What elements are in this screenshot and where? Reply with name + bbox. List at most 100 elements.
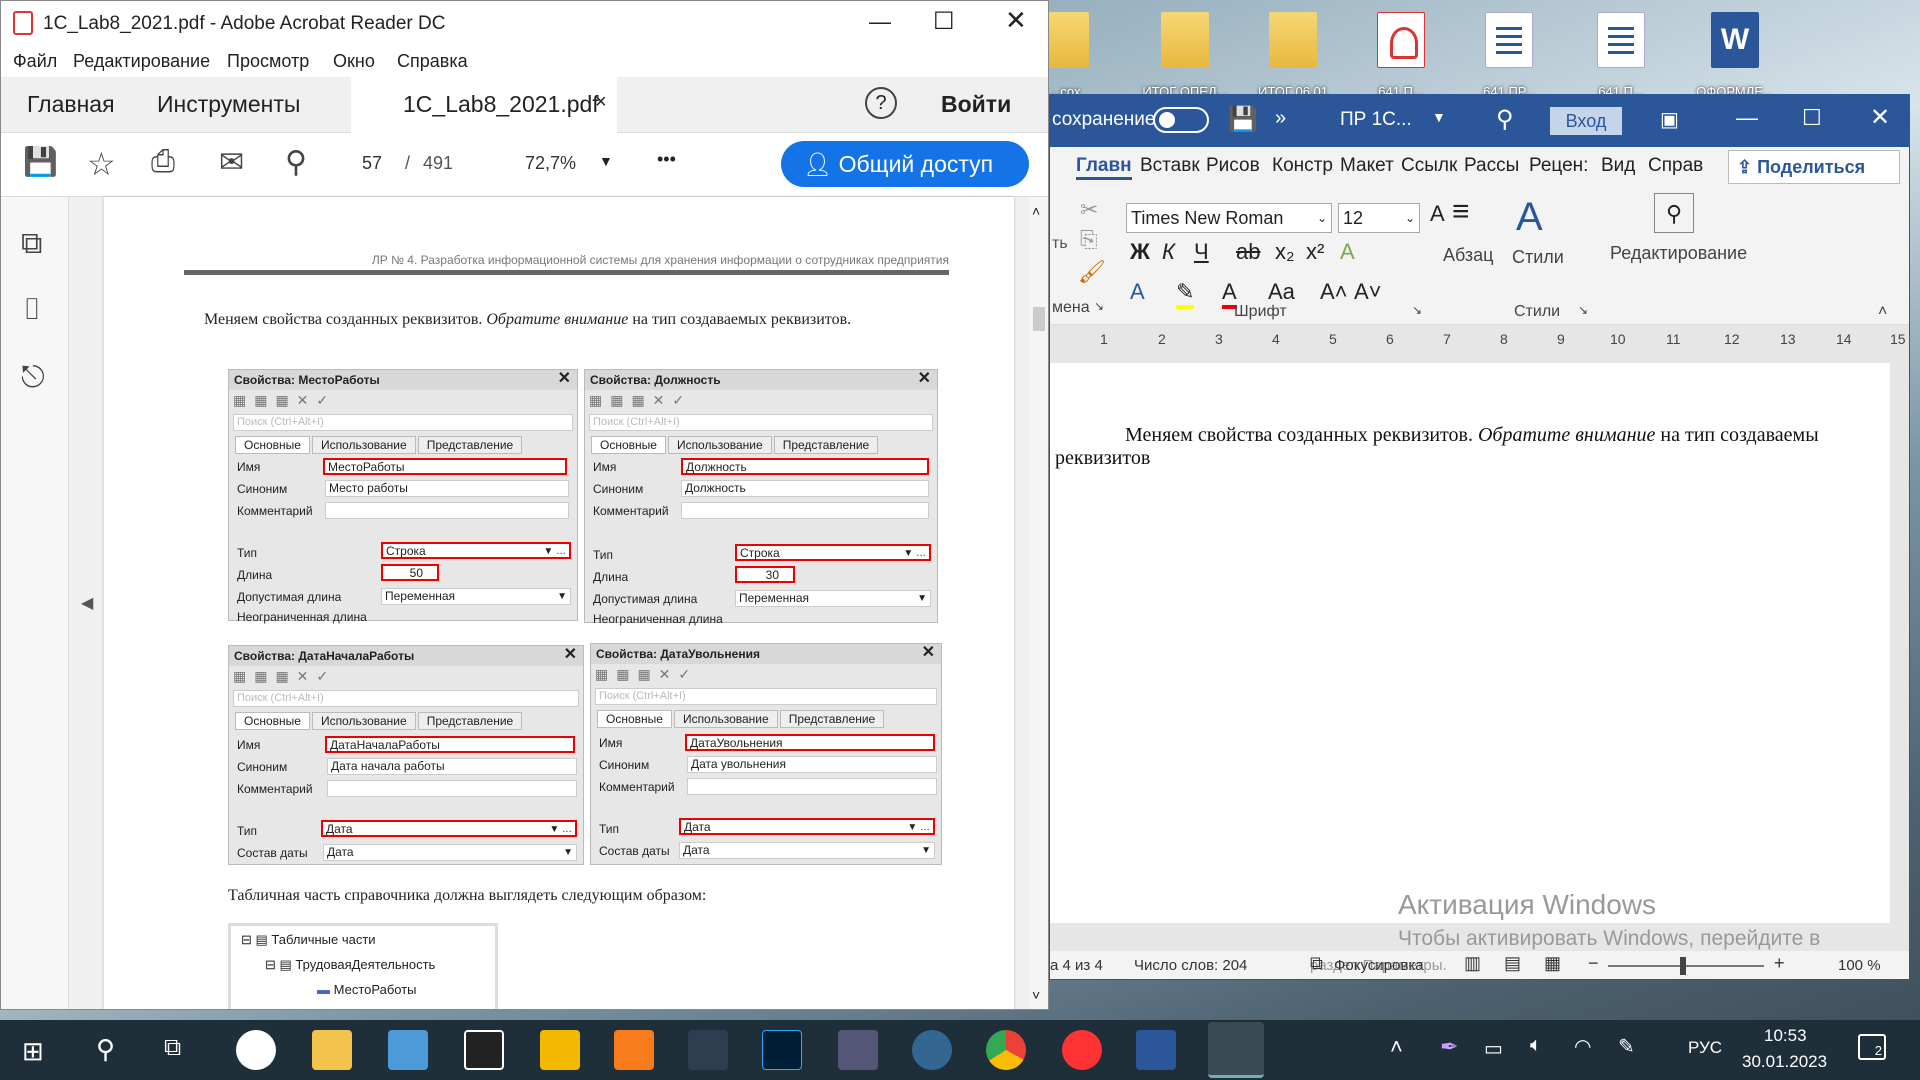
signin-button[interactable]: Вход	[1550, 107, 1622, 135]
comment-field[interactable]	[681, 502, 929, 519]
tab-help[interactable]: Справ	[1648, 155, 1703, 177]
editing-button[interactable]: Редактирование	[1610, 243, 1747, 264]
tab-insert[interactable]: Вставк	[1140, 155, 1200, 177]
change-case-button[interactable]: Aa	[1268, 279, 1295, 305]
photoshop-icon[interactable]	[762, 1030, 802, 1070]
type-field[interactable]: Дата ▼ …	[321, 820, 577, 837]
help-icon[interactable]: ?	[865, 87, 897, 119]
task-view-icon[interactable]: ⧉	[164, 1034, 181, 1062]
chevron-up-icon[interactable]: ˄	[1390, 1034, 1403, 1060]
tab-mailings[interactable]: Рассы	[1464, 155, 1519, 177]
zoom-search-icon[interactable]: ⚲	[285, 145, 307, 180]
pdf-viewer[interactable]: ◀ ЛР № 4. Разработка информационной сист…	[69, 197, 1029, 1009]
scroll-thumb[interactable]	[1033, 307, 1045, 331]
font-size-select[interactable]: 12 ⌄	[1338, 203, 1420, 233]
word-count[interactable]: Число слов: 204	[1134, 957, 1247, 974]
language-indicator[interactable]: РУС	[1688, 1038, 1722, 1058]
comment-field[interactable]	[327, 780, 577, 797]
close-icon[interactable]: ✕	[1870, 103, 1890, 132]
desktop-icon-6[interactable]: 641 П...	[1586, 12, 1656, 99]
signin-button[interactable]: Войти	[941, 91, 1011, 118]
close-icon[interactable]: ✕	[1005, 5, 1027, 36]
read-mode-icon[interactable]: ▥	[1464, 953, 1481, 974]
menu-edit[interactable]: Редактирование	[73, 51, 210, 72]
name-field[interactable]: ДатаУвольнения	[685, 734, 935, 751]
type-field[interactable]: Строка ▼ …	[381, 542, 571, 559]
maximize-icon[interactable]: ☐	[933, 7, 955, 36]
date-composition-field[interactable]: Дата ▼	[323, 844, 577, 861]
superscript-button[interactable]: x²	[1306, 239, 1324, 265]
windows-start-icon[interactable]: ⊞	[22, 1036, 44, 1067]
subscript-button[interactable]: x₂	[1275, 239, 1295, 265]
zoom-in-icon[interactable]: +	[1774, 953, 1785, 974]
synonym-field[interactable]: Место работы	[325, 480, 569, 497]
type-field[interactable]: Строка ▼ …	[735, 544, 931, 561]
tab-home[interactable]: Главная	[27, 91, 115, 118]
type-field[interactable]: Дата ▼ …	[679, 818, 935, 835]
expand-left-pane-icon[interactable]: ◀	[81, 593, 93, 613]
autosave-toggle[interactable]	[1153, 107, 1209, 133]
tab-document[interactable]: 1C_Lab8_2021.pdf ×	[351, 77, 617, 134]
synonym-field[interactable]: Дата начала работы	[327, 758, 577, 775]
font-color-clear-icon[interactable]: A	[1430, 201, 1445, 227]
close-icon[interactable]: ✕	[922, 643, 935, 663]
tree-item[interactable]: ▬ МестоРаботы	[317, 982, 417, 997]
save-icon[interactable]: 💾	[23, 145, 58, 178]
tab-draw[interactable]: Рисов	[1206, 155, 1260, 177]
collapse-ribbon-icon[interactable]: ˄	[1878, 303, 1887, 321]
office-icon[interactable]	[540, 1030, 580, 1070]
close-icon[interactable]: ✕	[564, 645, 577, 665]
page-number-input[interactable]: 57	[347, 143, 397, 183]
italic-button[interactable]: К	[1162, 239, 1175, 265]
more-commands-icon[interactable]: »	[1275, 107, 1286, 130]
word-taskbar-icon[interactable]	[1136, 1030, 1176, 1070]
tab-tools[interactable]: Инструменты	[157, 91, 300, 118]
scroll-up-icon[interactable]: ˄	[1032, 203, 1040, 219]
document-page[interactable]: Меняем свойства созданных реквизитов. Об…	[1050, 363, 1890, 923]
bold-button[interactable]: Ж	[1130, 239, 1150, 265]
date-composition-field[interactable]: Дата ▼	[679, 842, 935, 859]
search-icon[interactable]: ⚲	[1496, 105, 1514, 134]
tab-references[interactable]: Ссылк	[1401, 155, 1457, 177]
panel-search[interactable]: Поиск (Ctrl+Alt+I)	[233, 414, 573, 431]
synonym-field[interactable]: Дата увольнения	[687, 756, 937, 773]
search-icon[interactable]: ⚲	[96, 1034, 115, 1065]
pen-icon[interactable]: ✒	[1440, 1034, 1458, 1060]
tree-item[interactable]: ⊟ ▤ Табличные части	[241, 932, 376, 948]
close-icon[interactable]: ✕	[918, 369, 931, 389]
bookmark-icon[interactable]: ⌷	[23, 293, 41, 327]
paragraph-button[interactable]: Абзац	[1443, 245, 1494, 266]
strikethrough-button[interactable]: ab	[1236, 239, 1260, 265]
styles-icon[interactable]: A	[1516, 195, 1543, 240]
format-painter-icon[interactable]: 🖌	[1078, 259, 1106, 285]
more-tools-icon[interactable]: •••	[657, 149, 676, 170]
ribbon-display-icon[interactable]: ▣	[1660, 107, 1679, 132]
focus-button[interactable]: Фокусировка	[1334, 957, 1424, 974]
comment-field[interactable]	[325, 502, 569, 519]
document-title[interactable]: ПР 1С...	[1340, 109, 1412, 131]
menu-help[interactable]: Справка	[397, 51, 468, 72]
wifi-icon[interactable]: ◠	[1574, 1034, 1591, 1059]
yandex-icon[interactable]	[1062, 1030, 1102, 1070]
intellij-icon[interactable]	[464, 1030, 504, 1070]
zoom-dropdown-icon[interactable]: ▼	[599, 153, 613, 169]
paragraph-menu-icon[interactable]: ≡	[1452, 195, 1470, 229]
zoom-out-icon[interactable]: −	[1588, 953, 1599, 974]
allowed-length-field[interactable]: Переменная ▼	[735, 590, 931, 607]
file-explorer-icon[interactable]	[312, 1030, 352, 1070]
save-icon[interactable]: 💾	[1228, 105, 1258, 134]
acrobat-taskbar-icon[interactable]	[1208, 1022, 1264, 1078]
styles-button[interactable]: Стили	[1512, 247, 1564, 268]
attachment-icon[interactable]: ⎋	[21, 361, 45, 395]
yandex-browser-icon[interactable]	[236, 1030, 276, 1070]
web-layout-icon[interactable]: ▦	[1544, 953, 1561, 974]
minimize-icon[interactable]: —	[1736, 105, 1758, 131]
print-icon[interactable]: ⎙	[151, 145, 175, 179]
underline-button[interactable]: Ч	[1194, 239, 1209, 265]
zoom-select[interactable]: 72,7%	[525, 153, 576, 174]
app-icon[interactable]	[388, 1030, 428, 1070]
close-tab-icon[interactable]: ×	[595, 91, 607, 114]
code-editor-icon[interactable]	[688, 1030, 728, 1070]
vertical-scrollbar[interactable]: ˄ ˅	[1029, 197, 1048, 1009]
remote-desktop-icon[interactable]	[838, 1030, 878, 1070]
